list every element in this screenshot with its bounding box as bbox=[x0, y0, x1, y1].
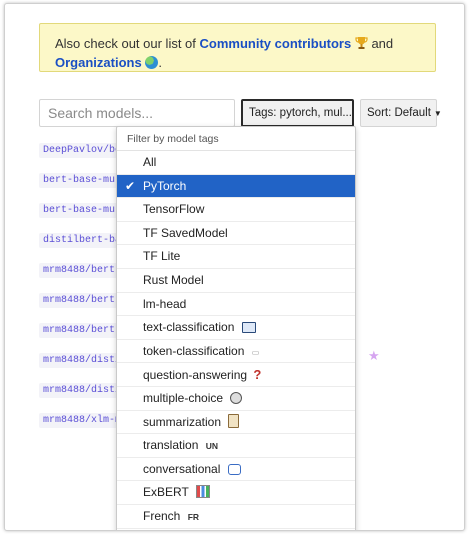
tag-label: PyTorch bbox=[143, 178, 187, 193]
tags-filter-button[interactable]: Tags: pytorch, mul... ▼ bbox=[241, 99, 354, 127]
tag-option-multiple-choice[interactable]: multiple-choice bbox=[117, 387, 355, 411]
circle-icon bbox=[230, 391, 243, 404]
tag-label: conversational bbox=[143, 461, 221, 476]
monitor-icon bbox=[241, 322, 256, 334]
organizations-link[interactable]: Organizations bbox=[55, 55, 142, 70]
community-contributors-link[interactable]: Community contributors bbox=[200, 36, 352, 51]
chevron-down-icon: ▼ bbox=[433, 108, 442, 118]
globe-icon bbox=[145, 56, 159, 69]
tag-label: translation bbox=[143, 438, 199, 453]
tag-label: text-classification bbox=[143, 320, 235, 335]
bar-chart-icon bbox=[195, 485, 210, 499]
tag-label: lm-head bbox=[143, 296, 187, 311]
question-icon: ? bbox=[253, 367, 262, 383]
sort-label: Sort: Default bbox=[367, 107, 431, 119]
tag-label: French bbox=[143, 508, 181, 523]
tags-filter-label: Tags: pytorch, mul... bbox=[249, 107, 352, 119]
tag-label: multiple-choice bbox=[143, 390, 224, 405]
tag-option-rust-model[interactable]: Rust Model bbox=[117, 269, 355, 293]
notice-and: and bbox=[371, 36, 394, 51]
tag-option-tf-lite[interactable]: TF Lite bbox=[117, 245, 355, 269]
search-models-input[interactable] bbox=[39, 99, 235, 127]
tag-option-tensorflow[interactable]: TensorFlow bbox=[117, 198, 355, 222]
fr-flag-icon: FR bbox=[187, 511, 200, 522]
tag-label: All bbox=[143, 155, 157, 169]
notice-prefix: Also check out our list of bbox=[55, 36, 196, 51]
tag-option-question-answering[interactable]: question-answering ? bbox=[117, 363, 355, 387]
tag-label: token-classification bbox=[143, 343, 245, 358]
checkmark-icon: ✔ bbox=[125, 178, 136, 193]
token-icon: ▭ bbox=[251, 347, 260, 357]
page-frame: Also check out our list of Community con… bbox=[4, 3, 465, 531]
tag-option-tf-savedmodel[interactable]: TF SavedModel bbox=[117, 222, 355, 246]
tag-option-conversational[interactable]: conversational bbox=[117, 458, 355, 482]
tag-label: question-answering bbox=[143, 368, 248, 383]
contributors-notice: Also check out our list of Community con… bbox=[39, 23, 436, 72]
tag-label: TF Lite bbox=[143, 249, 181, 264]
star-icon: ★ bbox=[368, 348, 380, 363]
sort-button[interactable]: Sort: Default ▼ bbox=[360, 99, 442, 127]
tag-label: Rust Model bbox=[143, 272, 204, 287]
tag-label: summarization bbox=[143, 414, 222, 429]
tag-option-exbert[interactable]: ExBERT bbox=[117, 481, 355, 505]
clipboard-icon bbox=[228, 413, 240, 428]
tag-option-french[interactable]: French FR bbox=[117, 505, 355, 529]
tag-option-translation[interactable]: translation UN bbox=[117, 434, 355, 458]
speech-bubble-icon bbox=[227, 463, 241, 475]
tag-label: ExBERT bbox=[143, 485, 189, 500]
tag-label: TF SavedModel bbox=[143, 225, 228, 240]
tag-option-token-classification[interactable]: token-classification ▭ bbox=[117, 340, 355, 364]
un-icon: UN bbox=[205, 441, 218, 452]
dropdown-header: Filter by model tags bbox=[117, 127, 355, 151]
tag-option-pytorch[interactable]: ✔ PyTorch bbox=[117, 174, 355, 199]
tag-label: TensorFlow bbox=[143, 202, 205, 217]
tag-option-summarization[interactable]: summarization bbox=[117, 411, 355, 435]
tags-dropdown-menu: Filter by model tags All ✔ PyTorch Tenso… bbox=[116, 126, 356, 530]
tag-option-all[interactable]: All bbox=[117, 151, 355, 175]
notice-period: . bbox=[158, 55, 162, 70]
trophy-icon bbox=[355, 37, 368, 49]
tag-option-text-classification[interactable]: text-classification bbox=[117, 316, 355, 340]
tag-option-lm-head[interactable]: lm-head bbox=[117, 293, 355, 317]
